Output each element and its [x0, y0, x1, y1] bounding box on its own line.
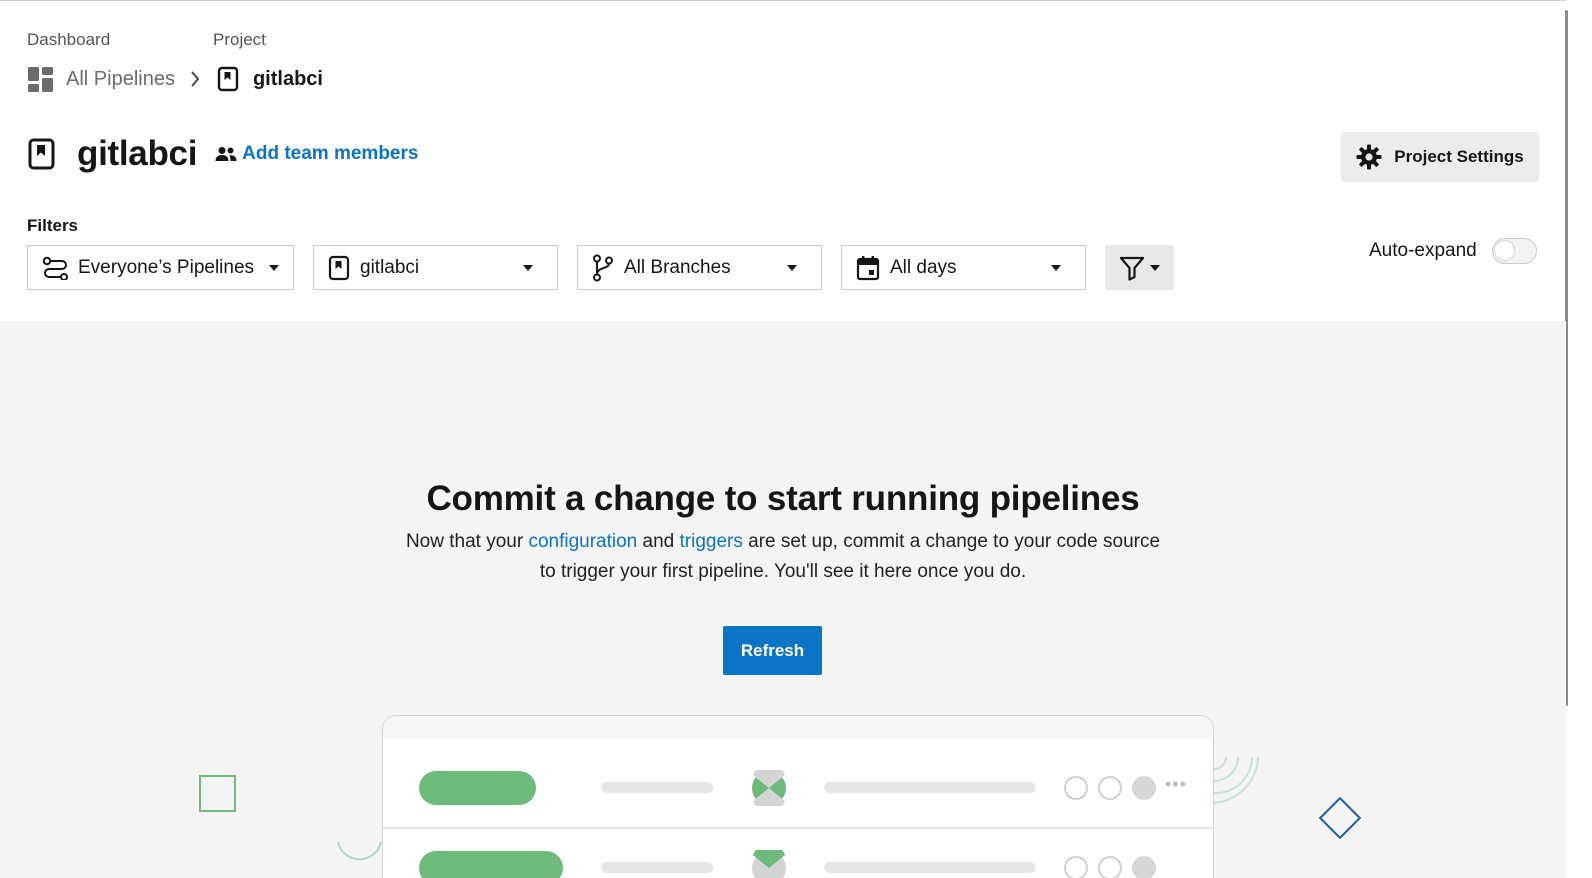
advanced-filter-button[interactable]: [1105, 245, 1174, 290]
branch-icon: [593, 254, 613, 281]
project-bookmark-icon: [328, 255, 350, 280]
empty-state-title: Commit a change to start running pipelin…: [426, 479, 1140, 518]
diamond-decoration: [1318, 796, 1362, 840]
signal-arcs-decoration: [1213, 756, 1259, 804]
more-icon: •••: [1165, 774, 1187, 794]
pipelines-icon: [42, 256, 68, 280]
project-settings-label: Project Settings: [1394, 147, 1524, 166]
page-title: gitlabci: [77, 134, 198, 173]
status-pill-placeholder: [419, 851, 563, 878]
pipeline-illustration: •••: [382, 715, 1214, 878]
funnel-icon: [1119, 256, 1145, 281]
text-placeholder: [601, 782, 713, 793]
scrollbar-track[interactable]: [1566, 0, 1592, 878]
text-placeholder: [601, 862, 713, 873]
breadcrumb-dashboard-caption: Dashboard: [27, 30, 111, 49]
add-team-members-link[interactable]: Add team members: [215, 143, 418, 165]
caret-down-icon: [523, 264, 533, 271]
breadcrumb-project-label: gitlabci: [252, 67, 323, 90]
chevron-right-icon: [189, 70, 201, 88]
square-decoration: [199, 775, 236, 812]
illustration-header-band: [383, 716, 1213, 738]
project-filter-dropdown[interactable]: gitlabci: [313, 245, 558, 290]
triggers-link[interactable]: triggers: [680, 531, 743, 552]
breadcrumb-project[interactable]: gitlabci: [217, 66, 323, 92]
refresh-button[interactable]: Refresh: [723, 626, 822, 675]
text-placeholder: [824, 862, 1036, 873]
project-bookmark-icon: [28, 138, 55, 170]
date-filter-value: All days: [890, 256, 957, 278]
desc-text-1: Now that your: [405, 531, 529, 552]
page-header: gitlabci Add team members: [27, 134, 418, 174]
text-placeholder: [824, 782, 1036, 793]
add-team-members-label: Add team members: [242, 143, 419, 164]
job-dot-placeholder: [1132, 776, 1156, 800]
people-icon: [215, 147, 237, 161]
dashboard-grid-icon: [28, 66, 53, 92]
illustration-row-divider: [383, 827, 1213, 829]
job-dot-placeholder: [1132, 856, 1156, 878]
breadcrumb-all-pipelines-label: All Pipelines: [66, 67, 175, 90]
breadcrumb: All Pipelines gitlabci: [27, 64, 323, 94]
caret-down-icon: [1051, 264, 1061, 271]
status-pill-placeholder: [419, 771, 536, 805]
filters-label: Filters: [27, 216, 79, 235]
arc-decoration-left: [337, 841, 382, 861]
project-bookmark-icon: [217, 66, 239, 92]
caret-down-icon: [269, 264, 279, 271]
date-filter-dropdown[interactable]: All days: [841, 245, 1086, 290]
configuration-link[interactable]: configuration: [528, 531, 637, 552]
desc-text-2: and: [637, 531, 680, 552]
job-ring-placeholder: [1098, 856, 1122, 878]
caret-down-icon: [1150, 264, 1160, 271]
breadcrumb-all-pipelines[interactable]: All Pipelines: [27, 66, 175, 93]
empty-state-panel: Commit a change to start running pipelin…: [0, 321, 1566, 878]
branch-filter-value: All Branches: [624, 256, 731, 278]
auto-expand-control: Auto-expand: [1369, 238, 1537, 264]
top-border: [0, 0, 1592, 1]
job-ring-placeholder: [1064, 776, 1088, 800]
auto-expand-label: Auto-expand: [1369, 240, 1477, 261]
job-ring-placeholder: [1064, 856, 1088, 878]
workflow-status-icon: [752, 770, 786, 806]
empty-state-description: Now that your configuration and triggers…: [400, 527, 1166, 587]
breadcrumb-project-caption: Project: [213, 30, 266, 49]
calendar-icon: [856, 255, 880, 280]
project-filter-value: gitlabci: [360, 256, 420, 278]
caret-down-icon: [787, 264, 797, 271]
auto-expand-toggle[interactable]: [1491, 238, 1537, 264]
owner-filter-dropdown[interactable]: Everyone’s Pipelines: [27, 245, 294, 290]
job-ring-placeholder: [1098, 776, 1122, 800]
owner-filter-value: Everyone’s Pipelines: [78, 256, 255, 278]
project-settings-button[interactable]: Project Settings: [1341, 132, 1539, 182]
gear-icon: [1356, 144, 1382, 170]
branch-filter-dropdown[interactable]: All Branches: [577, 245, 822, 290]
workflow-status-icon: [752, 850, 786, 878]
